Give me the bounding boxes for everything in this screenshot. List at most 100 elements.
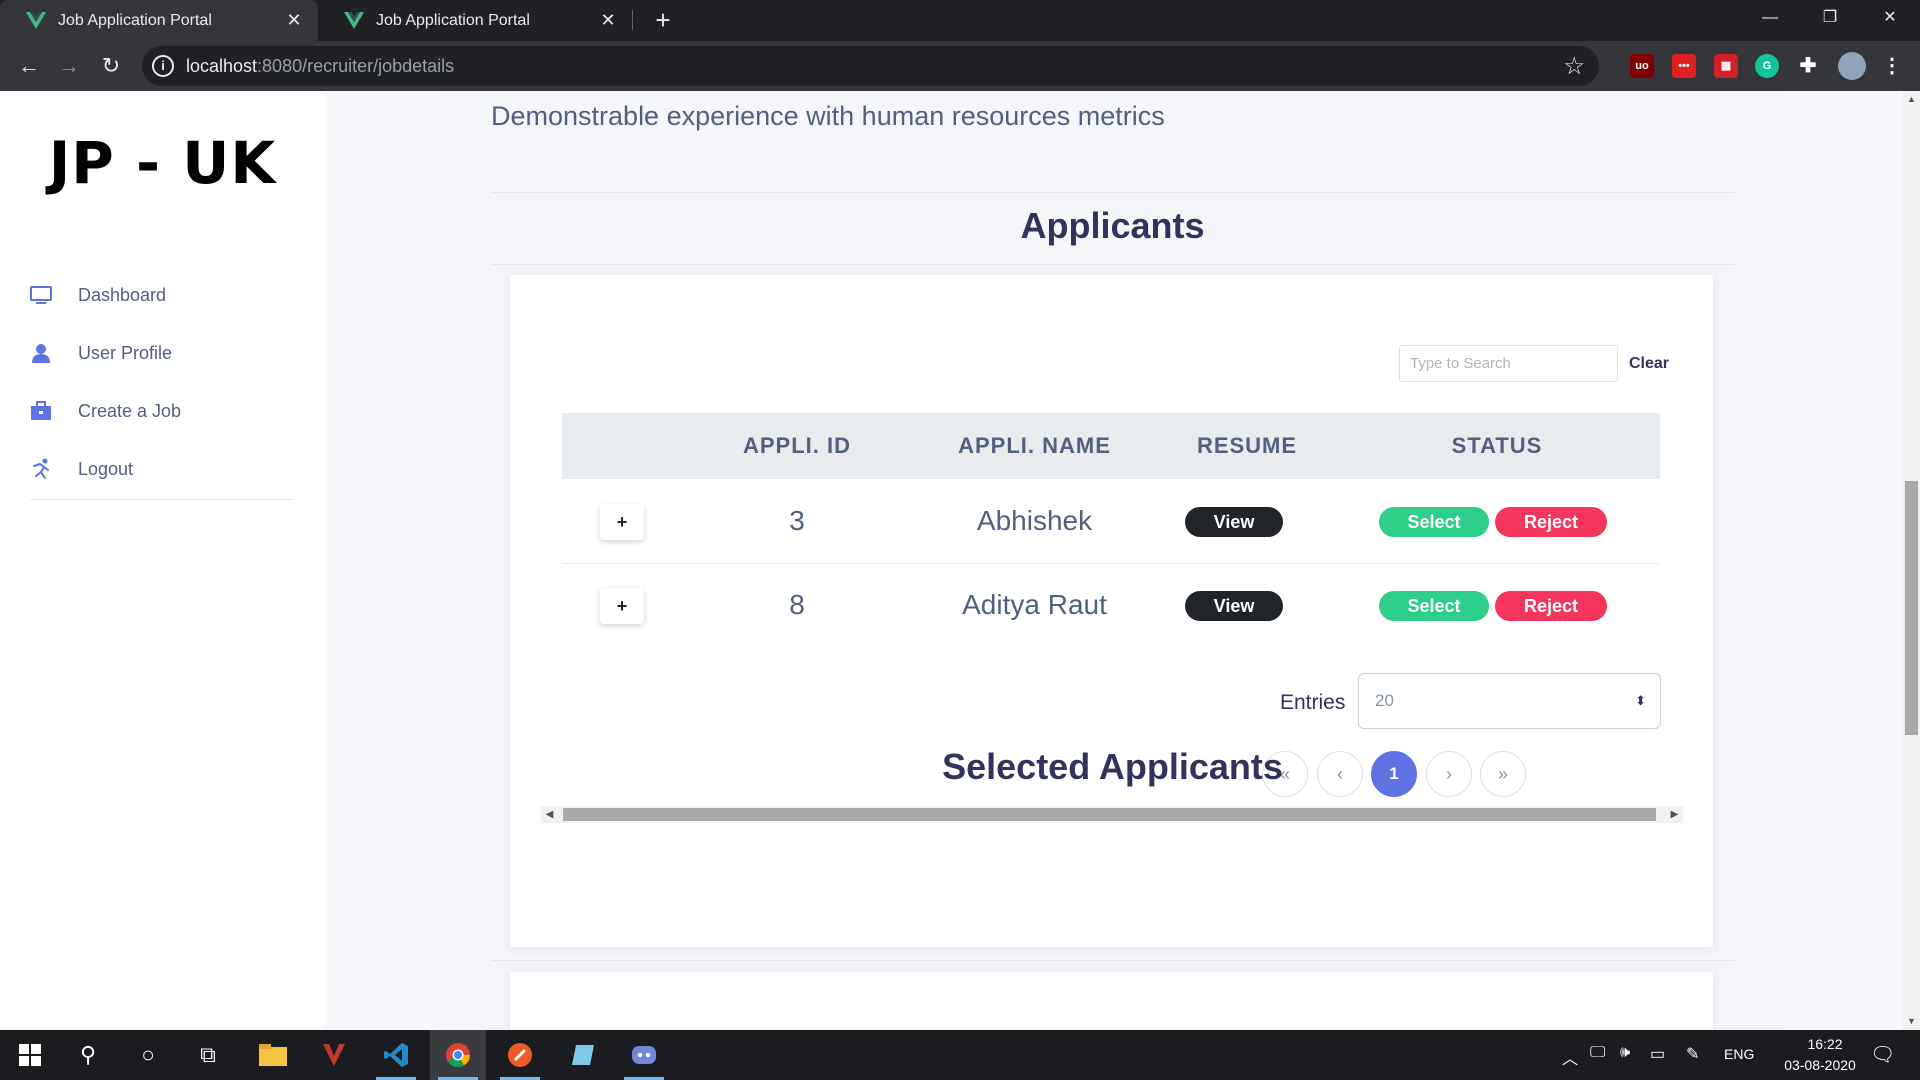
- address-bar[interactable]: i localhost:8080/recruiter/jobdetails ☆: [142, 46, 1599, 86]
- close-icon[interactable]: ✕: [598, 10, 618, 31]
- sidebar-item-logout[interactable]: Logout: [30, 449, 290, 489]
- view-resume-button[interactable]: View: [1185, 507, 1283, 537]
- window-close-icon[interactable]: ✕: [1860, 0, 1920, 36]
- clear-search-button[interactable]: Clear: [1618, 345, 1680, 382]
- divider: [491, 264, 1734, 265]
- running-person-icon: [30, 458, 52, 480]
- column-header-resume[interactable]: RESUME: [1162, 413, 1332, 479]
- extensions-puzzle-icon[interactable]: ✚: [1796, 54, 1820, 78]
- select-applicant-button[interactable]: Select: [1379, 591, 1489, 621]
- clock-date[interactable]: 03-08-2020: [1770, 1057, 1870, 1073]
- extension-red-icon[interactable]: •••: [1672, 54, 1696, 78]
- new-tab-plus-icon[interactable]: +: [648, 5, 678, 35]
- back-arrow-icon[interactable]: ←: [14, 51, 44, 81]
- search-input[interactable]: [1399, 345, 1618, 382]
- cortana-icon[interactable]: ○: [120, 1030, 176, 1080]
- reject-applicant-button[interactable]: Reject: [1495, 591, 1607, 621]
- job-description-text: Demonstrable experience with human resou…: [491, 101, 1165, 131]
- notes-app-icon[interactable]: [555, 1030, 611, 1080]
- brand-logo[interactable]: JP - UK: [0, 129, 325, 197]
- applicants-heading: Applicants: [1020, 205, 1205, 246]
- volume-icon[interactable]: 🕪: [1620, 1044, 1630, 1062]
- divider: [491, 960, 1734, 961]
- reload-icon[interactable]: ↻: [96, 51, 126, 81]
- kebab-menu-icon[interactable]: ⋮: [1880, 54, 1904, 78]
- applicant-id: 8: [789, 589, 805, 620]
- vertical-scroll-thumb[interactable]: [1905, 481, 1918, 735]
- tray-chevron-icon[interactable]: ︿: [1562, 1045, 1578, 1069]
- notifications-icon[interactable]: 🗨: [1870, 1042, 1895, 1067]
- minimize-icon[interactable]: —: [1740, 0, 1800, 36]
- scroll-down-arrow-icon[interactable]: ▼: [1903, 1013, 1920, 1030]
- browser-tab-bar: Job Application Portal ✕ Job Application…: [0, 0, 1920, 41]
- sidebar-item-create-job[interactable]: Create a Job: [30, 391, 290, 431]
- discord-icon[interactable]: [616, 1030, 672, 1080]
- vertical-scrollbar[interactable]: ▲ ▼: [1903, 91, 1920, 1030]
- forward-arrow-icon[interactable]: →: [54, 51, 84, 81]
- applicant-id: 3: [789, 505, 805, 536]
- selected-applicants-heading: Selected Applicants: [942, 746, 1283, 787]
- clock-time[interactable]: 16:22: [1790, 1036, 1860, 1052]
- ublock-extension-icon[interactable]: uo: [1630, 54, 1654, 78]
- bookmark-star-icon[interactable]: ☆: [1563, 52, 1585, 81]
- tab-title: Job Application Portal: [58, 11, 212, 29]
- grammarly-extension-icon[interactable]: G: [1755, 54, 1779, 78]
- scroll-right-arrow-icon[interactable]: ▶: [1666, 806, 1683, 823]
- table-header: APPLI. ID APPLI. NAME RESUME STATUS: [562, 413, 1660, 479]
- entries-select[interactable]: 20 ⬍: [1358, 673, 1661, 729]
- extension-badge-icon[interactable]: ▦: [1714, 54, 1738, 78]
- entries-label: Entries: [1280, 691, 1346, 714]
- monitor-icon: [30, 284, 52, 306]
- network-icon[interactable]: 🖵: [1590, 1044, 1605, 1062]
- horizontal-scroll-thumb[interactable]: [563, 808, 1656, 821]
- sidebar-item-dashboard[interactable]: Dashboard: [30, 275, 290, 315]
- vue-logo-icon: [26, 11, 46, 29]
- vue-logo-icon: [344, 11, 364, 29]
- browser-tab[interactable]: Job Application Portal ✕: [318, 0, 632, 41]
- sidebar-item-label: User Profile: [78, 342, 173, 363]
- entries-value: 20: [1375, 691, 1394, 710]
- view-resume-button[interactable]: View: [1185, 591, 1283, 621]
- selected-applicants-card: [510, 972, 1713, 1030]
- chrome-icon[interactable]: [430, 1030, 486, 1080]
- profile-avatar[interactable]: [1838, 52, 1866, 80]
- user-icon: [30, 342, 52, 364]
- restore-icon[interactable]: ❐: [1800, 0, 1860, 36]
- language-indicator[interactable]: ENG: [1724, 1046, 1754, 1062]
- battery-icon[interactable]: ▭: [1650, 1044, 1665, 1064]
- column-header-appli-name[interactable]: APPLI. NAME: [922, 413, 1147, 479]
- postman-icon[interactable]: [492, 1030, 548, 1080]
- page-viewport: JP - UK Dashboard User Profile Create a …: [0, 91, 1920, 1030]
- file-explorer-icon[interactable]: [245, 1030, 301, 1080]
- sidebar: JP - UK Dashboard User Profile Create a …: [0, 91, 325, 1030]
- divider: [491, 192, 1734, 193]
- select-arrows-icon: ⬍: [1635, 693, 1646, 708]
- reject-applicant-button[interactable]: Reject: [1495, 507, 1607, 537]
- vscode-icon[interactable]: [368, 1030, 424, 1080]
- search-icon[interactable]: ⚲: [60, 1030, 116, 1080]
- browser-toolbar: ← → ↻ i localhost:8080/recruiter/jobdeta…: [0, 41, 1920, 91]
- scroll-up-arrow-icon[interactable]: ▲: [1903, 91, 1920, 108]
- table-row: + 3 Abhishek View Select Reject: [562, 479, 1660, 563]
- sidebar-item-user-profile[interactable]: User Profile: [30, 333, 290, 373]
- sidebar-item-label: Create a Job: [78, 400, 182, 421]
- scroll-left-arrow-icon[interactable]: ◀: [541, 806, 558, 823]
- url-path: :8080/recruiter/jobdetails: [257, 55, 455, 76]
- browser-tab-active[interactable]: Job Application Portal ✕: [0, 0, 318, 41]
- applicant-name: Aditya Raut: [962, 589, 1107, 620]
- expand-row-button[interactable]: +: [600, 588, 644, 624]
- column-header-appli-id[interactable]: APPLI. ID: [712, 413, 882, 479]
- close-icon[interactable]: ✕: [284, 10, 304, 31]
- site-info-icon[interactable]: i: [152, 55, 174, 77]
- url-host: localhost: [186, 55, 258, 76]
- expand-row-button[interactable]: +: [600, 504, 644, 540]
- game-app-icon[interactable]: [306, 1030, 362, 1080]
- horizontal-scrollbar[interactable]: ◀ ▶: [541, 806, 1683, 823]
- pen-icon[interactable]: ✎: [1686, 1044, 1699, 1064]
- select-applicant-button[interactable]: Select: [1379, 507, 1489, 537]
- task-view-icon[interactable]: ⧉: [180, 1030, 236, 1080]
- applicant-name: Abhishek: [976, 505, 1093, 536]
- windows-start-icon[interactable]: [2, 1030, 58, 1080]
- sidebar-item-label: Logout: [78, 458, 134, 479]
- column-header-status[interactable]: STATUS: [1352, 413, 1642, 479]
